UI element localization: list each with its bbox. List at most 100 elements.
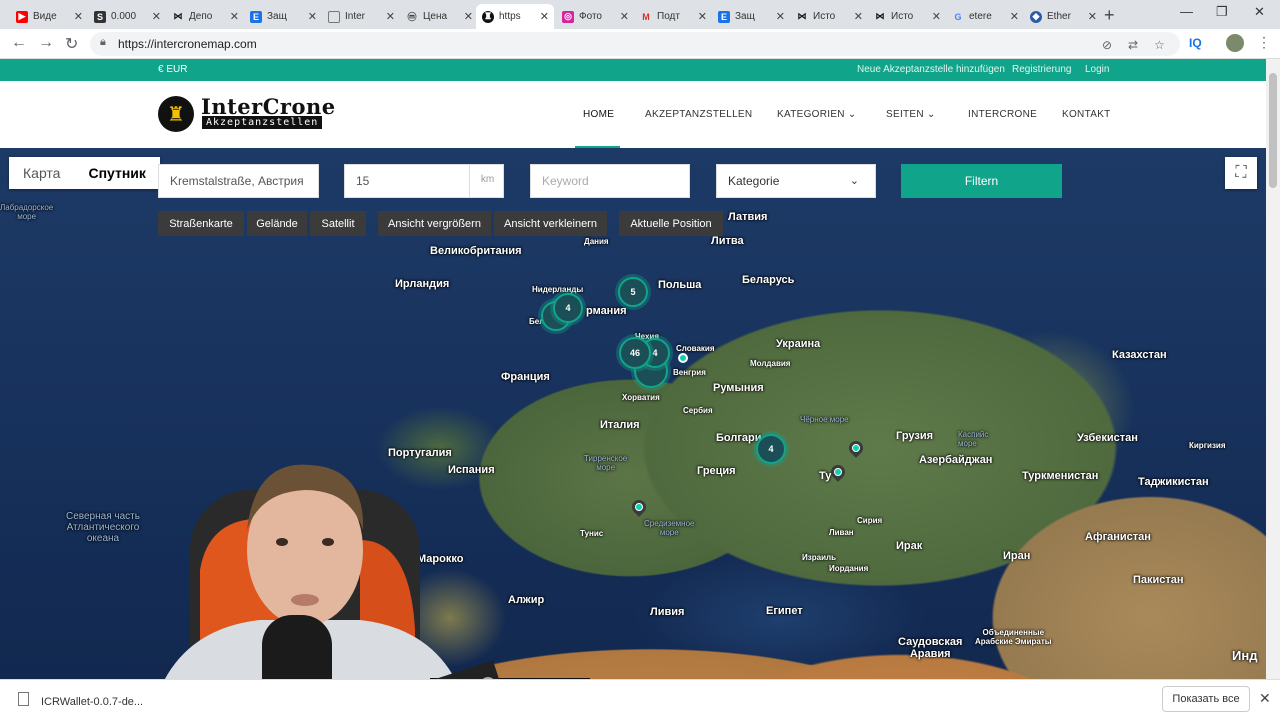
tab-2[interactable]: S 0.000 ✕ [88,4,166,29]
map-marker[interactable] [629,497,649,517]
back-icon[interactable]: ← [11,34,27,52]
tab-9[interactable]: M Подт ✕ [634,4,712,29]
roadmap-button[interactable]: Straßenkarte [158,211,244,236]
register-link[interactable]: Registrierung [1012,64,1071,75]
close-icon[interactable]: ✕ [1088,10,1097,23]
menu-dots-icon[interactable]: ⋮ [1257,34,1271,51]
webcam-overlay-image [150,464,590,720]
bowtie-icon: ⋈ [875,11,885,21]
tab-3[interactable]: ⋈ Депо ✕ [166,4,244,29]
tab-active-intercrone[interactable]: ♜ https ✕ [476,4,554,29]
tab-6[interactable]: ⓜ Цена ✕ [400,4,478,29]
close-icon[interactable]: ✕ [308,10,317,23]
logo-crown-icon[interactable]: ♜ [158,96,194,132]
google-icon: G [954,11,962,22]
url-bar[interactable]: 🔒︎ https://intercronemap.com ⊘ ⇄ ☆ [90,32,1180,56]
fullscreen-icon[interactable]: ⛶ [1225,157,1257,189]
map-marker[interactable] [678,353,688,363]
map-label: Молдавия [750,359,791,368]
map-label: Азербайджан [919,454,993,466]
show-all-button[interactable]: Показать все [1162,686,1250,712]
page-scrollbar[interactable] [1266,59,1280,679]
close-icon[interactable]: ✕ [386,10,395,23]
translate-icon[interactable]: ⇄ [1128,38,1138,52]
ex-icon: E [718,10,730,23]
zoom-in-button[interactable]: Ansicht vergrößern [378,211,491,236]
cookie-icon[interactable]: ⊘ [1102,38,1112,52]
close-icon[interactable]: ✕ [464,10,473,23]
map-cluster[interactable]: 4 [756,434,786,464]
extension-iq-icon[interactable]: IQ [1189,36,1202,50]
star-icon[interactable]: ☆ [1154,38,1165,52]
terrain-button[interactable]: Gelände [247,211,307,236]
nav-home[interactable]: HOME [583,109,614,120]
tab-4[interactable]: E Защ ✕ [244,4,322,29]
download-file-name[interactable]: ICRWallet-0.0.7-de... [41,696,143,708]
map-cluster[interactable]: 46 [619,337,651,369]
close-icon[interactable]: ✕ [540,10,549,23]
radius-input[interactable]: 15 km [344,164,504,198]
map-marker[interactable] [846,438,866,458]
login-link[interactable]: Login [1085,64,1109,75]
close-icon[interactable]: ✕ [1010,10,1019,23]
close-icon[interactable]: ✕ [698,10,707,23]
reload-icon[interactable]: ↻ [65,34,78,54]
filter-button[interactable]: Filtern [901,164,1062,198]
nav-intercrone[interactable]: INTERCRONE [968,109,1037,120]
ex-icon: E [250,10,262,23]
forward-icon[interactable]: → [38,34,54,52]
close-icon[interactable]: ✕ [854,10,863,23]
tab-5[interactable]: Inter ✕ [322,4,400,29]
add-location-link[interactable]: Neue Akzeptanzstelle hinzufügen [857,64,1005,75]
nav-kontakt[interactable]: KONTAKT [1062,109,1111,120]
satellite-button[interactable]: Satellit [310,211,366,236]
keyword-input[interactable]: Keyword [530,164,690,198]
map-label: Румыния [713,382,764,394]
nav-kategorien[interactable]: KATEGORIEN ⌄ [777,109,857,120]
scrollbar-thumb[interactable] [1269,73,1277,188]
close-icon[interactable]: ✕ [1259,690,1271,707]
map-label: Ирак [896,540,923,552]
map-cluster[interactable]: 5 [618,277,648,307]
address-toolbar: ← → ↻ 🔒︎ https://intercronemap.com ⊘ ⇄ ☆… [0,29,1280,59]
close-icon[interactable]: ✕ [152,10,161,23]
tab-13[interactable]: Getere ✕ [946,4,1024,29]
map-type-map[interactable]: Карта [9,157,74,189]
close-icon[interactable]: ✕ [74,10,83,23]
tab-12[interactable]: ⋈ Исто ✕ [868,4,946,29]
instagram-icon: ◎ [562,10,574,23]
logo-subtitle[interactable]: Akzeptanzstellen [202,116,323,129]
tab-youtube[interactable]: ▶ Виде ✕ [10,4,88,29]
map-cluster[interactable]: 4 [553,293,583,323]
zoom-out-button[interactable]: Ansicht verkleinern [494,211,607,236]
map-type-satellite[interactable]: Спутник [74,157,159,189]
close-icon[interactable]: ✕ [776,10,785,23]
url-text: https://intercronemap.com [118,37,257,51]
nav-akzeptanzstellen[interactable]: AKZEPTANZSTELLEN [645,109,752,120]
lock-icon: 🔒︎ [100,36,106,48]
minimize-icon[interactable]: — [1180,4,1193,19]
currency-selector[interactable]: € EUR [158,64,187,75]
tab-11[interactable]: ⋈ Исто ✕ [790,4,868,29]
avatar[interactable] [1226,34,1244,52]
category-select[interactable]: Kategorie ⌄ [716,164,876,198]
tab-10[interactable]: E Защ ✕ [712,4,790,29]
maximize-icon[interactable]: ❐ [1216,4,1228,20]
map-label: Иран [1003,550,1031,562]
bowtie-icon: ⋈ [797,11,807,21]
current-position-button[interactable]: Aktuelle Position [619,211,723,236]
youtube-icon: ▶ [16,10,28,23]
close-icon[interactable]: ✕ [230,10,239,23]
location-input[interactable]: Kremstalstraße, Австрия [158,164,319,198]
new-tab-button[interactable]: + [1104,5,1115,26]
map-label: Пакистан [1133,574,1184,586]
map-label: Каспийс море [958,430,989,448]
nav-seiten[interactable]: SEITEN ⌄ [886,109,936,120]
map-label: Ирландия [395,278,450,290]
tab-14[interactable]: ◆ Ether ✕ [1024,4,1102,29]
close-icon[interactable]: ✕ [620,10,629,23]
close-icon[interactable]: ✕ [932,10,941,23]
map-label: Египет [766,605,803,617]
close-window-icon[interactable]: ✕ [1254,4,1265,20]
tab-8[interactable]: ◎ Фото ✕ [556,4,634,29]
